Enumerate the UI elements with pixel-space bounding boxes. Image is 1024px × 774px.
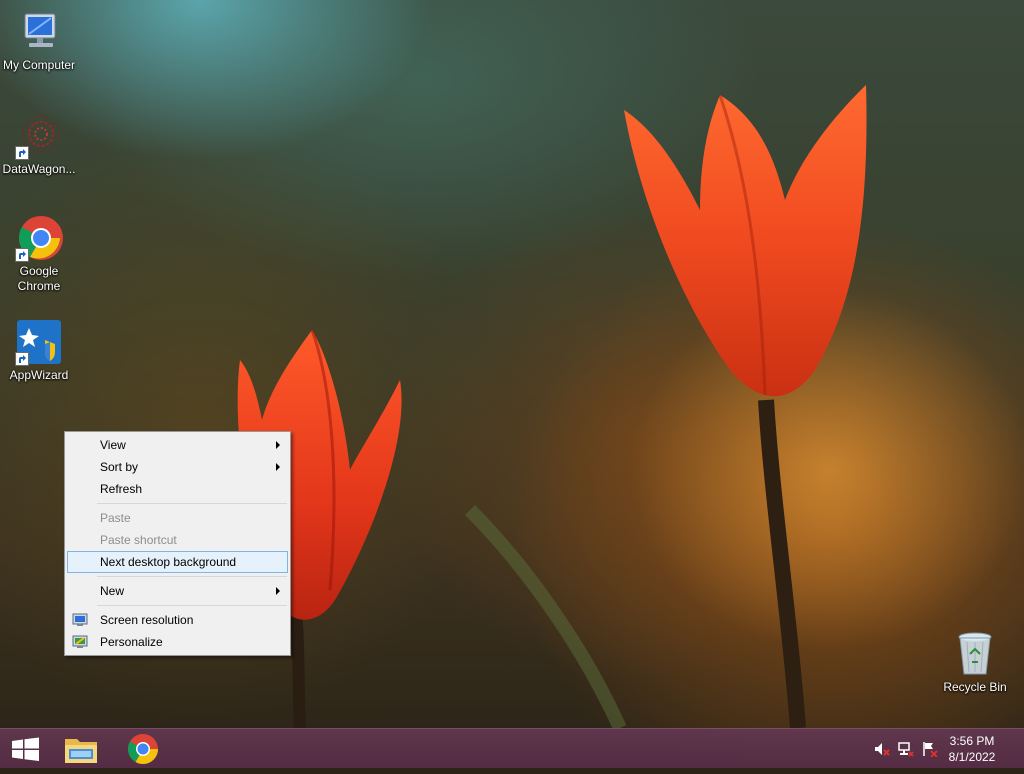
desktop-icon-label: My Computer bbox=[2, 58, 76, 72]
desktop-context-menu: View Sort by Refresh Paste Paste shortcu… bbox=[64, 431, 291, 656]
menu-separator bbox=[97, 576, 287, 577]
datawagon-icon bbox=[15, 112, 63, 160]
menu-item-sort-by[interactable]: Sort by bbox=[67, 456, 288, 478]
network-icon[interactable] bbox=[898, 741, 914, 757]
submenu-arrow-icon bbox=[276, 463, 280, 471]
clock-date: 8/1/2022 bbox=[948, 750, 996, 764]
personalize-icon bbox=[72, 634, 88, 650]
menu-item-label: Sort by bbox=[100, 460, 139, 474]
menu-separator bbox=[97, 503, 287, 504]
menu-item-paste-shortcut[interactable]: Paste shortcut bbox=[67, 529, 288, 551]
menu-item-new[interactable]: New bbox=[67, 580, 288, 602]
menu-item-label: Personalize bbox=[100, 635, 163, 649]
screen-resolution-icon bbox=[72, 612, 88, 628]
clock-time: 3:56 PM bbox=[949, 734, 995, 748]
menu-separator bbox=[97, 605, 287, 606]
taskbar: 3:56 PM 8/1/2022 bbox=[0, 728, 1024, 768]
shortcut-arrow-icon bbox=[15, 352, 29, 366]
menu-item-label: Paste shortcut bbox=[100, 533, 177, 547]
recycle-bin-icon bbox=[951, 630, 999, 678]
menu-item-refresh[interactable]: Refresh bbox=[67, 478, 288, 500]
desktop-icon-recycle-bin[interactable]: Recycle Bin bbox=[936, 630, 1014, 695]
menu-item-label: Next desktop background bbox=[100, 555, 237, 569]
desktop-icon-appwizard[interactable]: AppWizard bbox=[0, 318, 78, 383]
start-icon bbox=[12, 737, 39, 761]
desktop-icon-datawagon[interactable]: DataWagon... bbox=[0, 112, 78, 177]
desktop-icon-label: DataWagon... bbox=[2, 162, 76, 176]
shortcut-arrow-icon bbox=[15, 146, 29, 160]
menu-item-label: Paste bbox=[100, 511, 131, 525]
shortcut-arrow-icon bbox=[15, 248, 29, 262]
computer-icon bbox=[15, 8, 63, 56]
taskbar-file-explorer-button[interactable] bbox=[55, 729, 107, 769]
submenu-arrow-icon bbox=[276, 441, 280, 449]
menu-item-label: Refresh bbox=[100, 482, 143, 496]
menu-item-next-desktop-background[interactable]: Next desktop background bbox=[67, 551, 288, 573]
action-center-icon[interactable] bbox=[922, 741, 938, 758]
desktop-icon-google-chrome[interactable]: Google Chrome bbox=[0, 214, 78, 294]
submenu-arrow-icon bbox=[276, 587, 280, 595]
chrome-icon bbox=[15, 214, 63, 262]
chrome-icon bbox=[127, 734, 158, 765]
desktop-icon-label: Google Chrome bbox=[17, 264, 61, 293]
menu-item-label: View bbox=[100, 438, 126, 452]
taskbar-chrome-button[interactable] bbox=[117, 729, 169, 769]
menu-item-label: New bbox=[100, 584, 125, 598]
menu-item-screen-resolution[interactable]: Screen resolution bbox=[67, 609, 288, 631]
desktop-icon-my-computer[interactable]: My Computer bbox=[0, 8, 78, 73]
taskbar-clock[interactable]: 3:56 PM 8/1/2022 bbox=[942, 733, 1002, 765]
start-button[interactable] bbox=[0, 729, 52, 769]
menu-item-view[interactable]: View bbox=[67, 434, 288, 456]
volume-muted-icon[interactable] bbox=[874, 741, 890, 757]
menu-item-paste[interactable]: Paste bbox=[67, 507, 288, 529]
file-explorer-icon bbox=[65, 739, 97, 763]
desktop-icon-label: Recycle Bin bbox=[943, 680, 1007, 694]
appwizard-icon bbox=[15, 318, 63, 366]
menu-item-personalize[interactable]: Personalize bbox=[67, 631, 288, 653]
desktop-icon-label: AppWizard bbox=[9, 368, 69, 382]
menu-item-label: Screen resolution bbox=[100, 613, 194, 627]
